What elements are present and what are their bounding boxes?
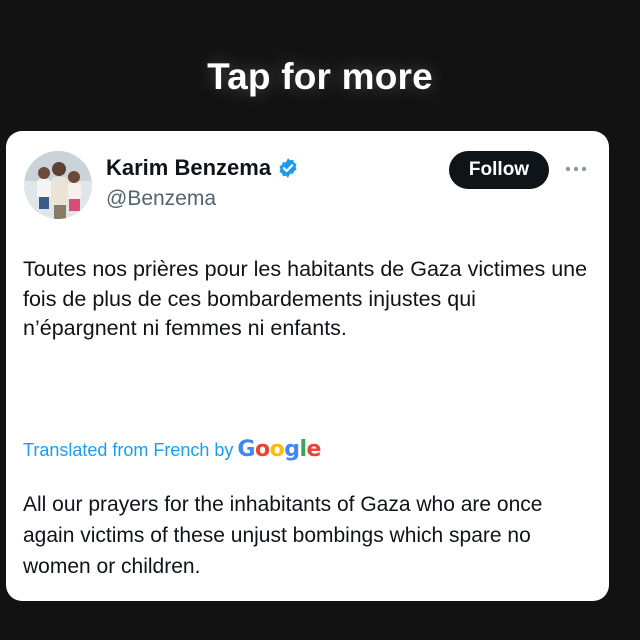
display-name[interactable]: Karim Benzema — [106, 155, 271, 181]
translated-from-label[interactable]: Translated from French by — [23, 440, 233, 461]
translated-tweet-text: All our prayers for the inhabitants of G… — [23, 493, 543, 578]
author-name-row: Karim Benzema — [106, 155, 299, 181]
more-options-icon[interactable] — [563, 157, 589, 181]
translation-attribution[interactable]: Translated from French by Google — [23, 437, 321, 462]
tap-for-more-label[interactable]: Tap for more — [0, 56, 640, 98]
verified-badge-icon — [277, 157, 299, 179]
tweet-card: Karim Benzema @Benzema Follow Toutes nos… — [6, 131, 609, 601]
tweet-text: Toutes nos prières pour les habitants de… — [23, 257, 588, 340]
google-logo: Google — [237, 437, 321, 462]
avatar[interactable] — [24, 151, 92, 219]
follow-button[interactable]: Follow — [449, 151, 549, 189]
user-handle[interactable]: @Benzema — [106, 187, 216, 211]
